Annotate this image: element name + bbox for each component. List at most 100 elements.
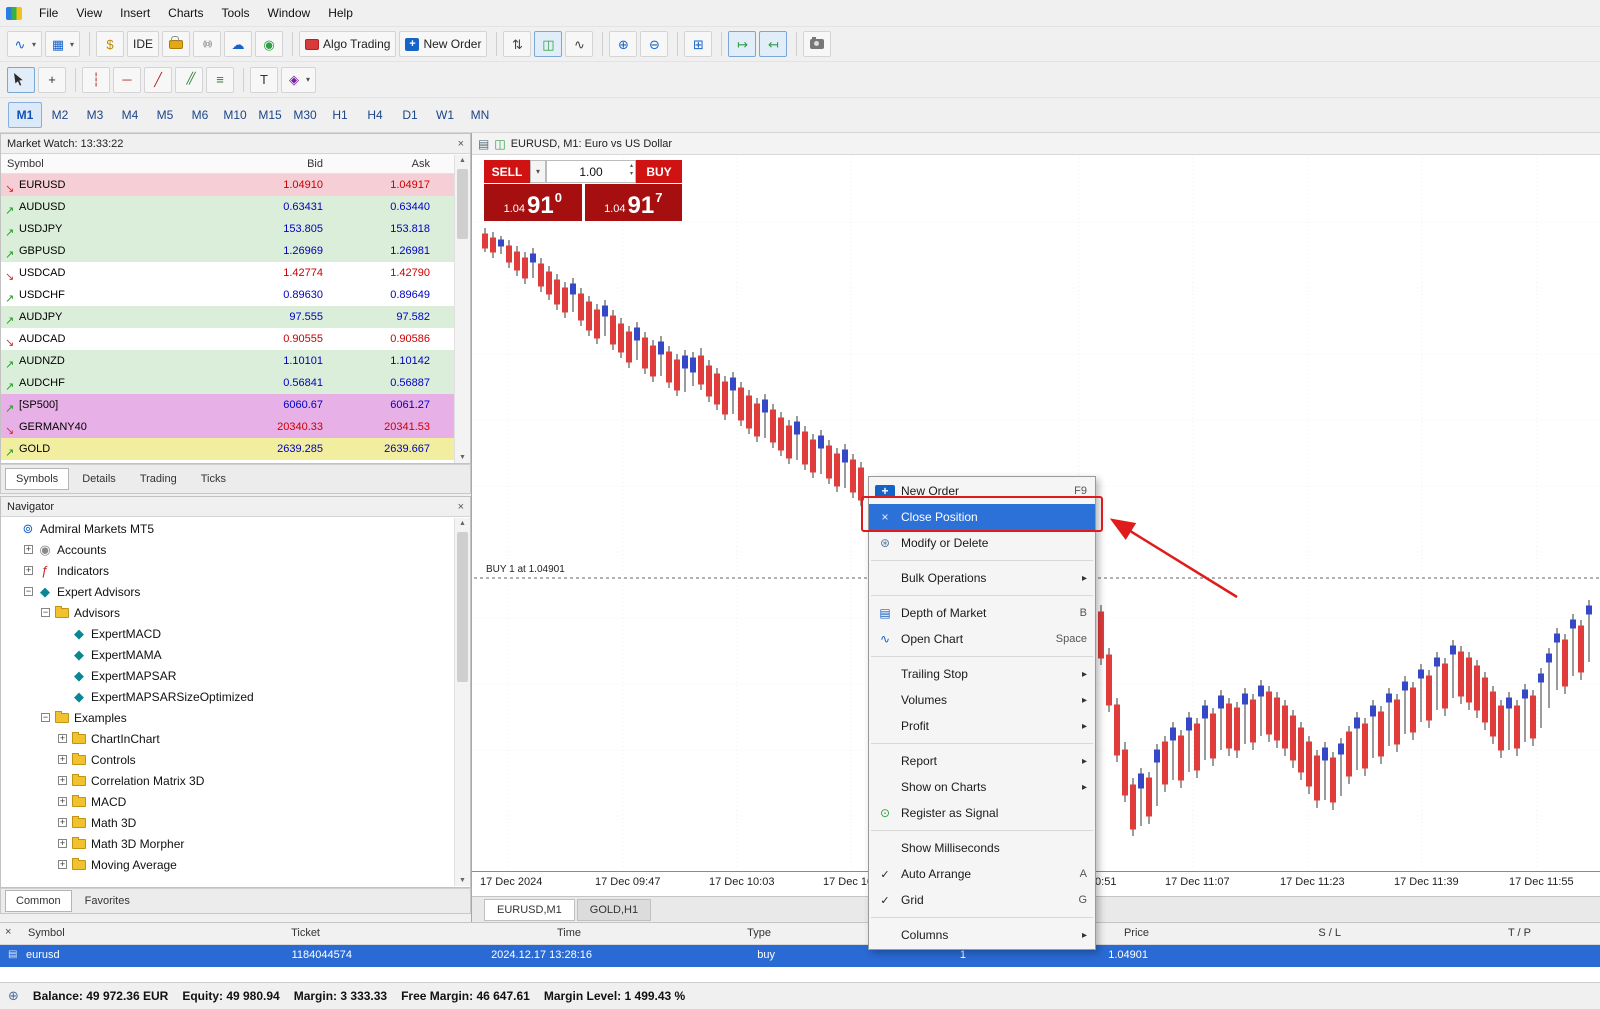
sell-button[interactable]: SELL: [484, 160, 530, 183]
timeframe-m4[interactable]: M4: [113, 102, 147, 128]
ask-column-header[interactable]: Ask: [333, 158, 440, 170]
chart-tab-gold-h1[interactable]: GOLD,H1: [576, 898, 652, 921]
market-watch-row-audjpy[interactable]: ↗ AUDJPY 97.555 97.582: [1, 306, 470, 328]
market-watch-tab-details[interactable]: Details: [71, 468, 127, 490]
expand-icon[interactable]: +: [58, 860, 67, 869]
order-options-dropdown[interactable]: ▾: [530, 160, 546, 183]
expand-icon[interactable]: +: [58, 734, 67, 743]
expand-icon[interactable]: +: [58, 776, 67, 785]
trade-column-t-p[interactable]: T / P: [1508, 927, 1531, 939]
shapes-tool-button[interactable]: ◈ ▾: [281, 66, 317, 93]
trade-column-type[interactable]: Type: [747, 927, 771, 939]
new-order-button[interactable]: + New Order: [399, 31, 488, 57]
market-watch-row-eurusd[interactable]: ↘ EURUSD 1.04910 1.04917: [1, 174, 470, 196]
navigator-tab-favorites[interactable]: Favorites: [74, 890, 141, 912]
market-watch-row-gbpusd[interactable]: ↗ GBPUSD 1.26969 1.26981: [1, 240, 470, 262]
expand-icon[interactable]: +: [58, 818, 67, 827]
bid-column-header[interactable]: Bid: [226, 158, 333, 170]
expand-icon[interactable]: +: [58, 755, 67, 764]
context-menu-item-close-position[interactable]: × Close Position: [869, 504, 1095, 530]
chart-menu-icon[interactable]: ▤: [478, 137, 489, 151]
community-button[interactable]: ◉: [255, 31, 284, 57]
navigator-item-moving-average[interactable]: + Moving Average: [1, 854, 454, 875]
volume-spinner[interactable]: ▴ ▾: [630, 162, 633, 179]
trade-column-s-l[interactable]: S / L: [1318, 927, 1341, 939]
market-watch-row-audcad[interactable]: ↘ AUDCAD 0.90555 0.90586: [1, 328, 470, 350]
scroll-down-icon[interactable]: ▼: [455, 877, 470, 884]
dock-right-button[interactable]: ↦: [728, 31, 757, 57]
context-menu-item-register-as-signal[interactable]: ⊙ Register as Signal: [869, 800, 1095, 826]
navigator-item-chartinchart[interactable]: + ChartInChart: [1, 728, 454, 749]
context-menu-item-report[interactable]: Report ▸: [869, 748, 1095, 774]
fibonacci-tool-button[interactable]: ≡: [206, 66, 234, 93]
navigator-item-math-3d[interactable]: + Math 3D: [1, 812, 454, 833]
trade-column-price[interactable]: Price: [1124, 927, 1149, 939]
open-position-row[interactable]: ▤ eurusd 1184044574 2024.12.17 13:28:16 buy…: [0, 945, 1600, 967]
spinner-down-icon[interactable]: ▾: [630, 170, 633, 178]
scrollbar-thumb[interactable]: [457, 169, 468, 239]
timeframe-m15[interactable]: M15: [253, 102, 287, 128]
dropdown-arrow-icon[interactable]: ▾: [32, 40, 36, 49]
market-watch-row-usdcad[interactable]: ↘ USDCAD 1.42774 1.42790: [1, 262, 470, 284]
context-menu-item-modify-or-delete[interactable]: ⊛ Modify or Delete: [869, 530, 1095, 556]
buy-button[interactable]: BUY: [636, 160, 682, 183]
dropdown-arrow-icon[interactable]: ▾: [70, 40, 74, 49]
market-watch-row-audnzd[interactable]: ↗ AUDNZD 1.10101 1.10142: [1, 350, 470, 372]
context-menu-item-bulk-operations[interactable]: Bulk Operations ▸: [869, 565, 1095, 591]
context-menu-item-columns[interactable]: Columns ▸: [869, 922, 1095, 948]
data-window-button[interactable]: ◫: [534, 31, 563, 57]
navigator-item-math-3d-morpher[interactable]: + Math 3D Morpher: [1, 833, 454, 854]
market-watch-row-gold[interactable]: ↗ GOLD 2639.285 2639.667: [1, 438, 470, 460]
timeframe-m30[interactable]: M30: [288, 102, 322, 128]
timeframe-m6[interactable]: M6: [183, 102, 217, 128]
trendline-tool-button[interactable]: ╱: [144, 66, 172, 93]
context-menu-item-auto-arrange[interactable]: ✓ Auto Arrange A: [869, 861, 1095, 887]
navigator-item-expertmama[interactable]: ◆ ExpertMAMA: [1, 644, 454, 665]
scroll-up-icon[interactable]: ▲: [455, 520, 470, 527]
context-menu-item-show-on-charts[interactable]: Show on Charts ▸: [869, 774, 1095, 800]
expand-icon[interactable]: +: [58, 839, 67, 848]
navigator-tab-common[interactable]: Common: [5, 890, 72, 912]
signals-button[interactable]: ((o)): [193, 31, 222, 57]
menu-item[interactable]: Help: [319, 3, 362, 23]
menu-item[interactable]: View: [67, 3, 111, 23]
crosshair-tool-button[interactable]: +: [38, 66, 66, 93]
buy-price-display[interactable]: 1.04 91 7: [584, 184, 682, 221]
context-menu-item-trailing-stop[interactable]: Trailing Stop ▸: [869, 661, 1095, 687]
spinner-up-icon[interactable]: ▴: [630, 162, 633, 170]
text-tool-button[interactable]: T: [250, 66, 278, 93]
tile-windows-button[interactable]: ⊞: [684, 31, 713, 57]
algo-trading-button[interactable]: Algo Trading: [299, 31, 397, 57]
market-watch-row-usdjpy[interactable]: ↗ USDJPY 153.805 153.818: [1, 218, 470, 240]
collapse-icon[interactable]: −: [41, 608, 50, 617]
chart-tab-eurusd-m1[interactable]: EURUSD,M1: [484, 898, 575, 921]
collapse-icon[interactable]: −: [24, 587, 33, 596]
market-watch-tab-ticks[interactable]: Ticks: [190, 468, 237, 490]
timeframe-m10[interactable]: M10: [218, 102, 252, 128]
collapse-icon[interactable]: −: [41, 713, 50, 722]
menu-item[interactable]: Charts: [159, 3, 212, 23]
menu-item[interactable]: Insert: [111, 3, 159, 23]
cursor-tool-button[interactable]: [7, 66, 35, 93]
expand-icon[interactable]: +: [58, 797, 67, 806]
vertical-line-tool-button[interactable]: ┆: [82, 66, 110, 93]
market-watch-row-audchf[interactable]: ↗ AUDCHF 0.56841 0.56887: [1, 372, 470, 394]
zoom-in-button[interactable]: ⊕: [609, 31, 638, 57]
market-watch-row-usdchf[interactable]: ↗ USDCHF 0.89630 0.89649: [1, 284, 470, 306]
navigator-item-indicators[interactable]: + ƒ Indicators: [1, 560, 454, 581]
menu-item[interactable]: Window: [259, 3, 320, 23]
timeframe-m1[interactable]: M1: [8, 102, 42, 128]
lock-button[interactable]: [162, 31, 191, 57]
context-menu-item-volumes[interactable]: Volumes ▸: [869, 687, 1095, 713]
ide-button[interactable]: IDE: [127, 31, 160, 57]
volume-input[interactable]: 1.00 ▴ ▾: [546, 160, 636, 183]
context-menu-item-show-milliseconds[interactable]: Show Milliseconds: [869, 835, 1095, 861]
context-menu-item-grid[interactable]: ✓ Grid G: [869, 887, 1095, 913]
market-watch-scrollbar[interactable]: ▲ ▼: [454, 155, 470, 463]
navigator-scrollbar[interactable]: ▲ ▼: [454, 518, 470, 886]
sell-price-display[interactable]: 1.04 91 0: [484, 184, 582, 221]
context-menu-item-new-order[interactable]: + New Order F9: [869, 478, 1095, 504]
expand-icon[interactable]: +: [24, 566, 33, 575]
context-menu-item-depth-of-market[interactable]: ▤ Depth of Market B: [869, 600, 1095, 626]
navigator-item-expertmacd[interactable]: ◆ ExpertMACD: [1, 623, 454, 644]
